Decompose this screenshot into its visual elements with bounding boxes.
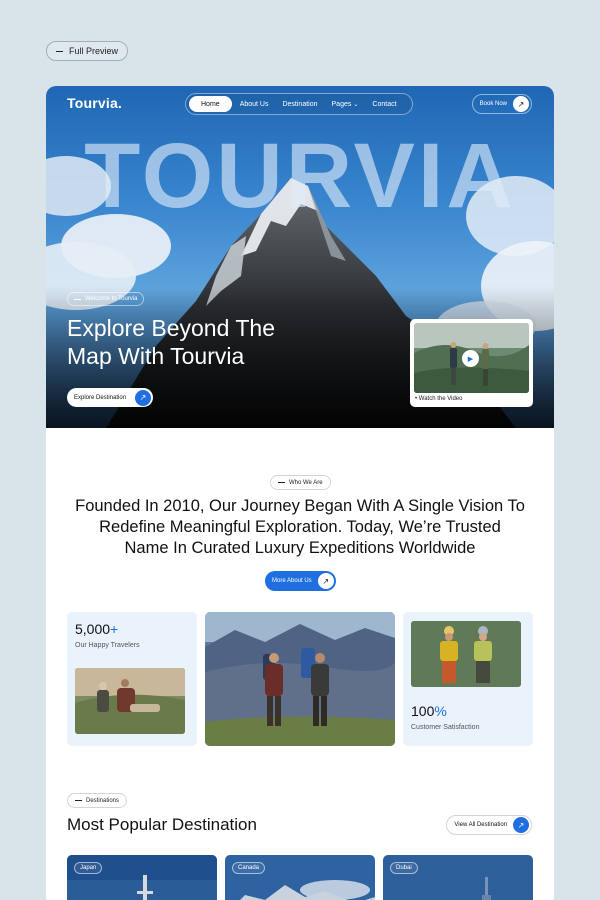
view-all-destination-label: View All Destination [454,822,507,828]
book-now-button[interactable]: Book Now ↗ [471,94,532,114]
about-statement: Founded In 2010, Our Journey Began With … [66,496,534,559]
travelers-count: 5,000+ [75,621,118,637]
about-statement-line-1: Founded In 2010, Our Journey Began With … [75,497,525,515]
hero-headline-line-1: Explore Beyond The [67,315,275,341]
book-now-label: Book Now [479,101,507,107]
who-we-are-tag: Who We Are [270,475,331,490]
campers-image [75,668,185,734]
dash-icon [74,298,81,300]
trekkers-image [205,612,395,746]
full-preview-label: Full Preview [69,46,119,56]
welcome-tag-label: Welcome to Tourvia [85,296,138,302]
chevron-down-icon: ⌄ [353,101,359,108]
satisfaction-count: 100% [411,703,447,719]
more-about-us-label: More About Us [272,578,312,584]
brand-logo[interactable]: Tourvia. [67,95,122,111]
travelers-number: 5,000 [75,621,111,637]
destination-card-canada[interactable]: Canada [225,855,375,900]
watch-video-text: Watch the Video [418,396,463,402]
destination-card-japan[interactable]: Japan [67,855,217,900]
nav-item-destination[interactable]: Destination [276,96,323,112]
nav-item-home[interactable]: Home [189,96,232,112]
nav-item-pages[interactable]: Pages ⌄ [326,96,365,112]
destinations-tag-label: Destinations [86,797,120,804]
section-title: Most Popular Destination [67,815,257,834]
travelers-label: Our Happy Travelers [75,642,140,649]
travelers-suffix: + [110,621,119,637]
nav-item-about-us[interactable]: About Us [234,96,275,112]
satisfaction-stat-card: 100% Customer Satisfaction [403,612,533,746]
destination-card-dubai[interactable]: Dubai [383,855,533,900]
satisfaction-label: Customer Satisfaction [411,724,480,731]
watch-video-label: • Watch the Video [415,396,463,402]
who-we-are-label: Who We Are [289,479,323,486]
destination-tag-dubai: Dubai [390,862,418,874]
website-preview-card: TOURVIA Tourvia. Home About Us Destinati… [46,86,554,900]
welcome-tag: Welcome to Tourvia [67,292,145,306]
nav-item-contact[interactable]: Contact [366,96,402,112]
video-card[interactable]: ▶ • Watch the Video [410,319,533,407]
destinations-tag: Destinations [67,793,128,808]
view-all-destination-button[interactable]: View All Destination ↗ [446,815,532,835]
satisfaction-suffix: % [434,703,447,719]
travelers-stat-card: 5,000+ Our Happy Travelers [67,612,197,746]
nav-item-pages-label: Pages [331,100,352,108]
full-preview-button[interactable]: Full Preview [46,41,129,61]
arrow-up-right-icon: ↗ [513,96,529,112]
hero-big-word: TOURVIA [84,125,516,227]
dash-icon [75,800,82,801]
more-about-us-button[interactable]: More About Us ↗ [265,571,336,591]
dash-icon [278,482,285,483]
arrow-up-right-icon: ↗ [513,817,529,833]
climbers-image [411,621,521,687]
video-thumbnail[interactable]: ▶ [414,323,529,393]
about-statement-line-2: Redefine Meaningful Exploration. Today, … [99,518,501,536]
arrow-up-right-icon: ↗ [317,573,334,589]
satisfaction-number: 100 [411,703,435,719]
play-icon[interactable]: ▶ [462,350,479,367]
explore-destination-label: Explore Destination [74,394,127,401]
about-statement-line-3: Name In Curated Luxury Expeditions World… [124,539,476,557]
hero-headline-line-2: Map With Tourvia [67,343,245,369]
explore-destination-button[interactable]: Explore Destination ↗ [67,388,154,407]
dash-icon [56,50,63,52]
destination-tag-japan: Japan [74,862,103,874]
hero-section: TOURVIA Tourvia. Home About Us Destinati… [46,86,554,428]
arrow-up-right-icon: ↗ [135,389,152,406]
main-nav: Home About Us Destination Pages ⌄ Contac… [185,93,413,115]
hero-headline: Explore Beyond The Map With Tourvia [67,314,317,370]
destination-tag-canada: Canada [232,862,266,874]
